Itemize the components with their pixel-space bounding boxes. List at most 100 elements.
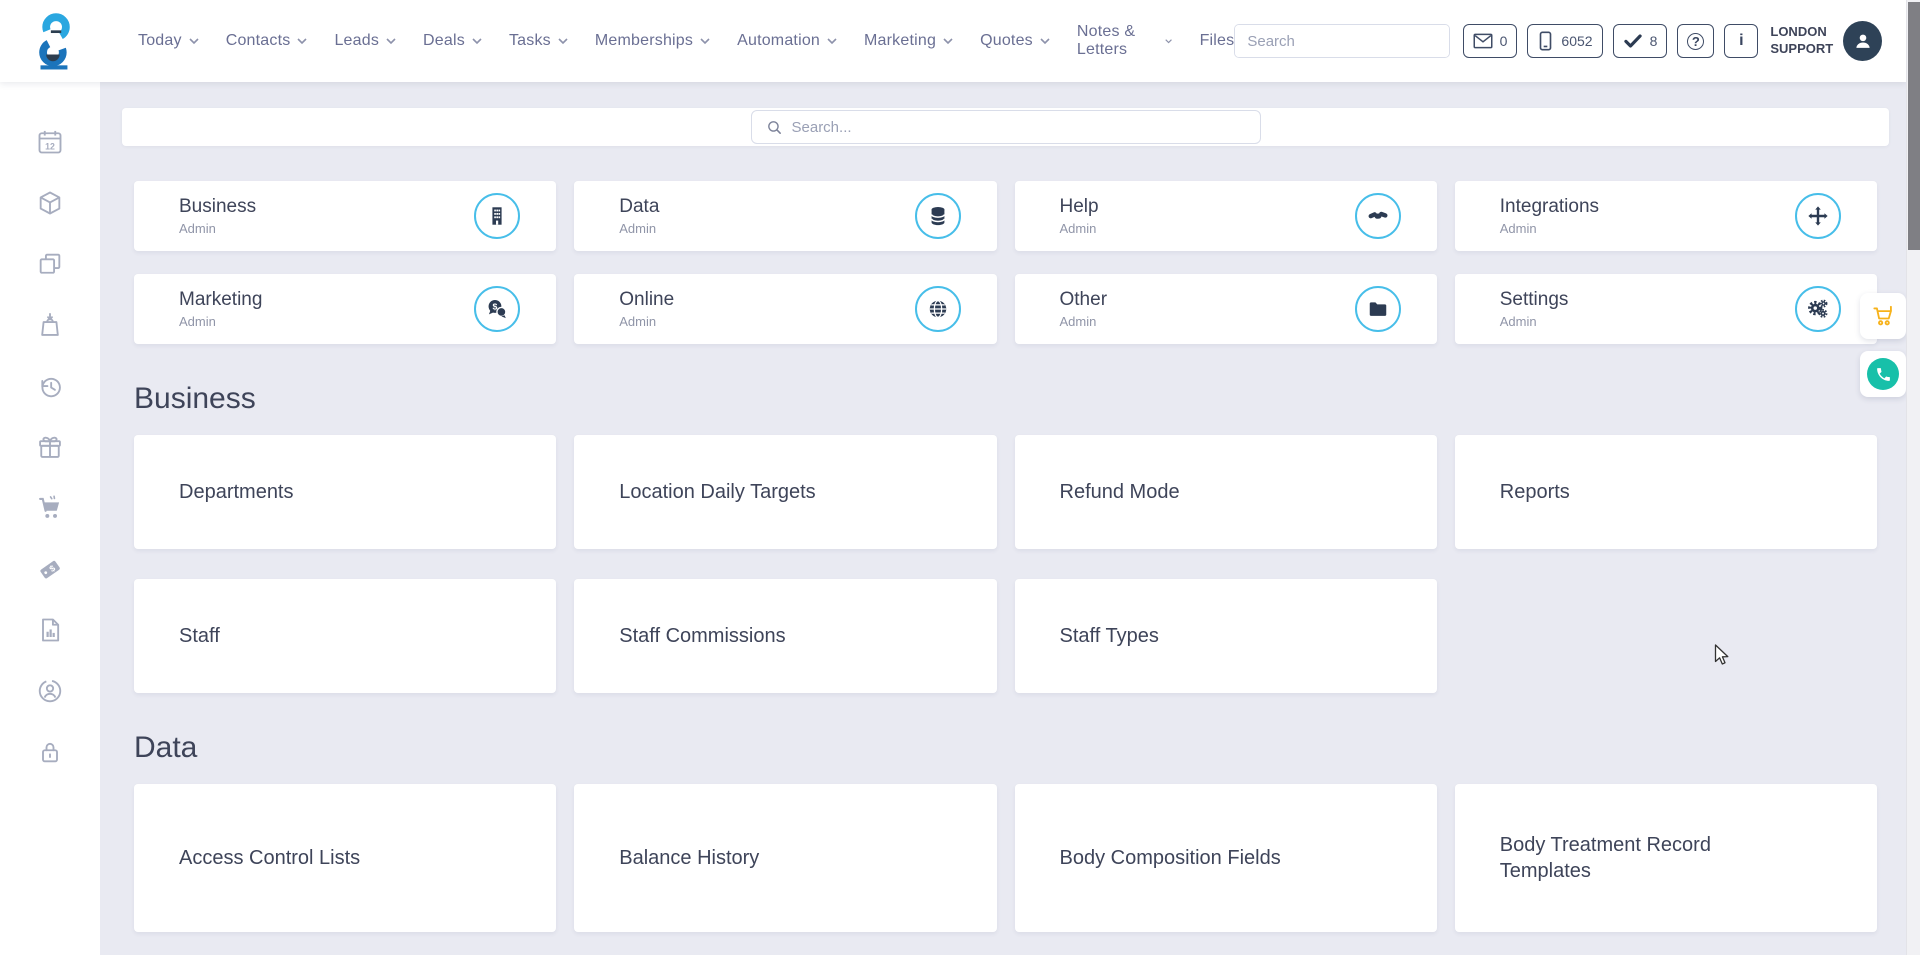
nav-item-deals[interactable]: Deals	[423, 32, 482, 50]
card-label: Body Composition Fields	[1060, 845, 1281, 871]
chevron-down-icon	[700, 38, 710, 45]
sidebar-item-account[interactable]	[35, 677, 65, 705]
nav-item-leads[interactable]: Leads	[334, 32, 396, 50]
building-icon	[486, 205, 508, 227]
sidebar: 12	[0, 82, 100, 955]
main-nav: Today Contacts Leads Deals Tasks Members…	[138, 23, 1234, 59]
chevron-down-icon	[472, 38, 482, 45]
tile-title: Other	[1060, 289, 1108, 311]
card-label: Reports	[1500, 479, 1570, 505]
admin-tile-other[interactable]: Other Admin	[1015, 274, 1437, 344]
topbar-badges: 0 6052 8 ? i	[1463, 24, 1759, 58]
sidebar-item-orders[interactable]	[35, 311, 65, 339]
chevron-down-icon	[1040, 38, 1050, 45]
tile-subtitle: Admin	[1060, 221, 1099, 236]
admin-tile-settings[interactable]: Settings Admin	[1455, 274, 1877, 344]
nav-item-files[interactable]: Files	[1200, 32, 1235, 50]
sidebar-item-pos-cart[interactable]	[35, 494, 65, 522]
sidebar-item-reports[interactable]	[35, 616, 65, 644]
nav-item-contacts[interactable]: Contacts	[226, 32, 308, 50]
app-logo[interactable]	[30, 12, 80, 70]
sidebar-item-duplicates[interactable]	[35, 250, 65, 278]
handshake-icon	[1367, 205, 1389, 227]
gears-icon	[1807, 298, 1829, 320]
card-label: Refund Mode	[1060, 479, 1180, 505]
card-staff-types[interactable]: Staff Types	[1015, 579, 1437, 693]
card-label: Body Treatment Record Templates	[1500, 832, 1780, 884]
card-balance-history[interactable]: Balance History	[574, 784, 996, 932]
nav-label: Files	[1200, 32, 1235, 50]
card-staff[interactable]: Staff	[134, 579, 556, 693]
tile-subtitle: Admin	[179, 221, 256, 236]
tasks-badge-button[interactable]: 8	[1613, 24, 1668, 58]
copy-icon	[36, 250, 64, 278]
sidebar-item-security[interactable]	[35, 738, 65, 766]
vertical-scrollbar[interactable]	[1906, 0, 1920, 955]
globe-icon	[927, 298, 949, 320]
chevron-down-icon	[827, 38, 837, 45]
nav-label: Marketing	[864, 32, 936, 50]
card-access-control-lists[interactable]: Access Control Lists	[134, 784, 556, 932]
user-icon	[1852, 30, 1874, 52]
card-label: Staff	[179, 623, 220, 649]
floating-phone-button[interactable]	[1860, 351, 1906, 397]
sidebar-item-gifts[interactable]	[35, 433, 65, 461]
topbar-search	[1234, 24, 1449, 58]
nav-label: Notes & Letters	[1077, 23, 1159, 59]
card-reports[interactable]: Reports	[1455, 435, 1877, 549]
admin-tile-online[interactable]: Online Admin	[574, 274, 996, 344]
card-departments[interactable]: Departments	[134, 435, 556, 549]
sidebar-item-packages[interactable]	[35, 189, 65, 217]
admin-tile-data[interactable]: Data Admin	[574, 181, 996, 251]
calendar-icon: 12	[36, 128, 64, 156]
tile-subtitle: Admin	[1500, 314, 1569, 329]
nav-item-tasks[interactable]: Tasks	[509, 32, 568, 50]
admin-tile-integrations[interactable]: Integrations Admin	[1455, 181, 1877, 251]
chevron-down-icon	[558, 38, 568, 45]
nav-label: Leads	[334, 32, 379, 50]
chat-dollar-icon: $	[486, 298, 508, 320]
topbar-search-input[interactable]	[1235, 25, 1449, 57]
admin-tile-marketing[interactable]: Marketing Admin $	[134, 274, 556, 344]
sidebar-item-history[interactable]	[35, 372, 65, 400]
nav-item-memberships[interactable]: Memberships	[595, 32, 710, 50]
mail-badge-button[interactable]: 0	[1463, 24, 1518, 58]
scrollbar-thumb[interactable]	[1908, 2, 1920, 250]
card-body-composition-fields[interactable]: Body Composition Fields	[1015, 784, 1437, 932]
shopping-cart-icon	[36, 494, 64, 522]
tile-title: Marketing	[179, 289, 262, 311]
tile-title: Help	[1060, 196, 1099, 218]
chevron-down-icon	[189, 38, 199, 45]
card-staff-commissions[interactable]: Staff Commissions	[574, 579, 996, 693]
nav-item-marketing[interactable]: Marketing	[864, 32, 953, 50]
user-circle-icon	[36, 677, 64, 705]
tile-title: Settings	[1500, 289, 1569, 311]
card-refund-mode[interactable]: Refund Mode	[1015, 435, 1437, 549]
info-icon: i	[1739, 32, 1743, 50]
avatar[interactable]	[1843, 21, 1882, 61]
section-heading-business: Business	[134, 382, 1877, 416]
checkmark-icon	[1623, 32, 1643, 50]
user-name: LONDON SUPPORT	[1770, 24, 1833, 58]
info-button[interactable]: i	[1724, 24, 1758, 58]
content-search-input[interactable]	[792, 119, 1246, 136]
history-clock-icon	[36, 372, 64, 400]
sidebar-item-calendar[interactable]: 12	[35, 128, 65, 156]
sidebar-item-pricing[interactable]: $	[35, 555, 65, 583]
admin-tile-help[interactable]: Help Admin	[1015, 181, 1437, 251]
nav-item-notes-letters[interactable]: Notes & Letters	[1077, 23, 1173, 59]
mobile-phone-icon	[1537, 31, 1554, 51]
floating-cart-button[interactable]	[1860, 293, 1906, 339]
help-button[interactable]: ?	[1677, 24, 1714, 58]
admin-tile-business[interactable]: Business Admin	[134, 181, 556, 251]
card-location-daily-targets[interactable]: Location Daily Targets	[574, 435, 996, 549]
nav-item-automation[interactable]: Automation	[737, 32, 837, 50]
main-content: Business Admin Data Admin	[100, 82, 1906, 955]
question-mark-icon: ?	[1687, 33, 1704, 50]
topbar: Today Contacts Leads Deals Tasks Members…	[0, 0, 1906, 82]
nav-item-today[interactable]: Today	[138, 32, 199, 50]
nav-item-quotes[interactable]: Quotes	[980, 32, 1050, 50]
card-body-treatment-record-templates[interactable]: Body Treatment Record Templates	[1455, 784, 1877, 932]
calls-badge-button[interactable]: 6052	[1527, 24, 1602, 58]
nav-label: Today	[138, 32, 182, 50]
